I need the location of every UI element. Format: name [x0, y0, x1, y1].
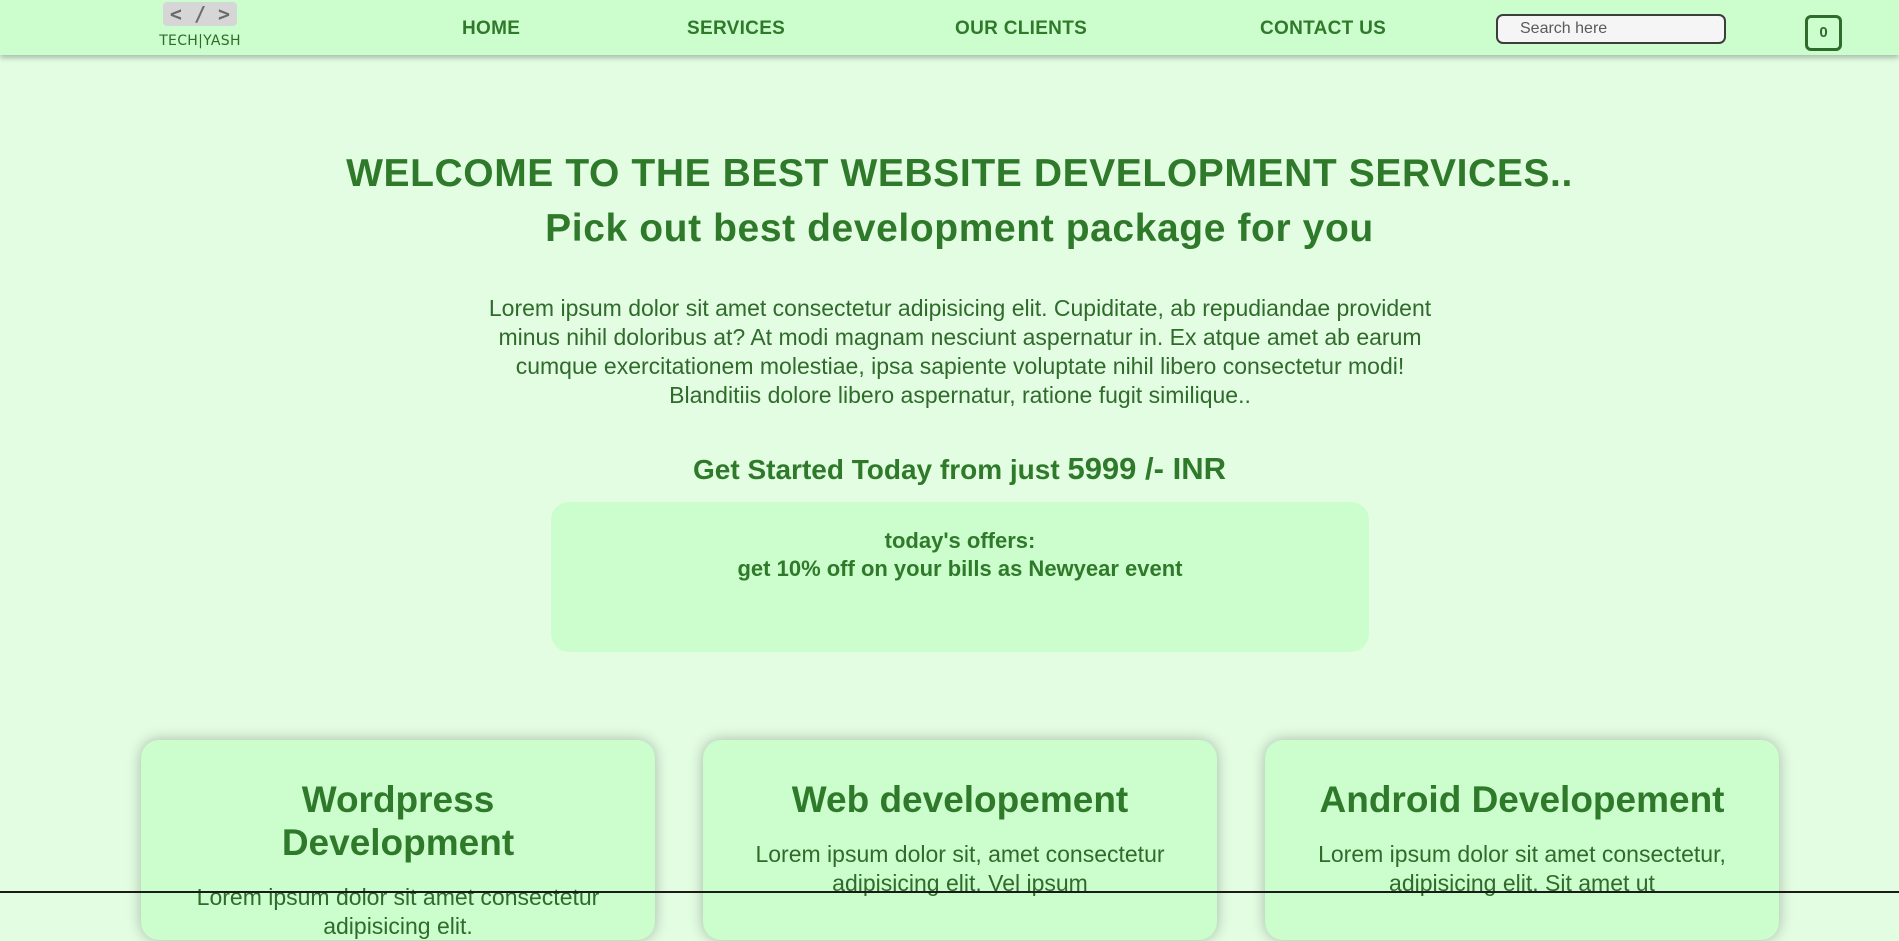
- search-input[interactable]: [1496, 14, 1726, 44]
- cta-price: 5999 /- INR: [1067, 451, 1226, 486]
- cta-heading: Get Started Today from just 5999 /- INR: [0, 451, 1899, 487]
- card-title: Wordpress Development: [281, 779, 515, 863]
- logo-text: TECH|YASH: [159, 33, 241, 49]
- service-card-android[interactable]: Android Developement Lorem ipsum dolor s…: [1265, 740, 1779, 940]
- service-card-web[interactable]: Web developement Lorem ipsum dolor sit, …: [703, 740, 1217, 940]
- cta-text: Get Started Today from just: [693, 454, 1068, 485]
- logo[interactable]: < / > TECH|YASH: [150, 2, 250, 49]
- nav-link-home[interactable]: HOME: [462, 18, 520, 40]
- hero-subtitle: Pick out best development package for yo…: [545, 207, 1374, 250]
- card-title: Web developement: [791, 779, 1129, 820]
- service-card-wordpress[interactable]: Wordpress Development Lorem ipsum dolor …: [141, 740, 655, 940]
- cart-count-button[interactable]: 0: [1805, 15, 1842, 51]
- card-text: Lorem ipsum dolor sit amet consectetur, …: [1318, 841, 1726, 896]
- navbar: < / > TECH|YASH HOME SERVICES OUR CLIENT…: [0, 0, 1899, 55]
- offers-text: get 10% off on your bills as Newyear eve…: [737, 556, 1183, 581]
- nav-link-services[interactable]: SERVICES: [687, 18, 785, 40]
- intro-paragraph: Lorem ipsum dolor sit amet consectetur a…: [488, 295, 1432, 408]
- card-title: Android Developement: [1319, 779, 1725, 820]
- hero-title: WELCOME TO THE BEST WEBSITE DEVELOPMENT …: [346, 152, 1573, 195]
- offers-heading: today's offers:: [884, 528, 1036, 553]
- offers-box: today's offers: get 10% off on your bill…: [551, 502, 1369, 652]
- nav-link-contact-us[interactable]: CONTACT US: [1260, 18, 1386, 40]
- card-text: Lorem ipsum dolor sit, amet consectetur …: [755, 841, 1165, 896]
- code-icon: < / >: [162, 2, 238, 26]
- nav-link-our-clients[interactable]: OUR CLIENTS: [955, 18, 1087, 40]
